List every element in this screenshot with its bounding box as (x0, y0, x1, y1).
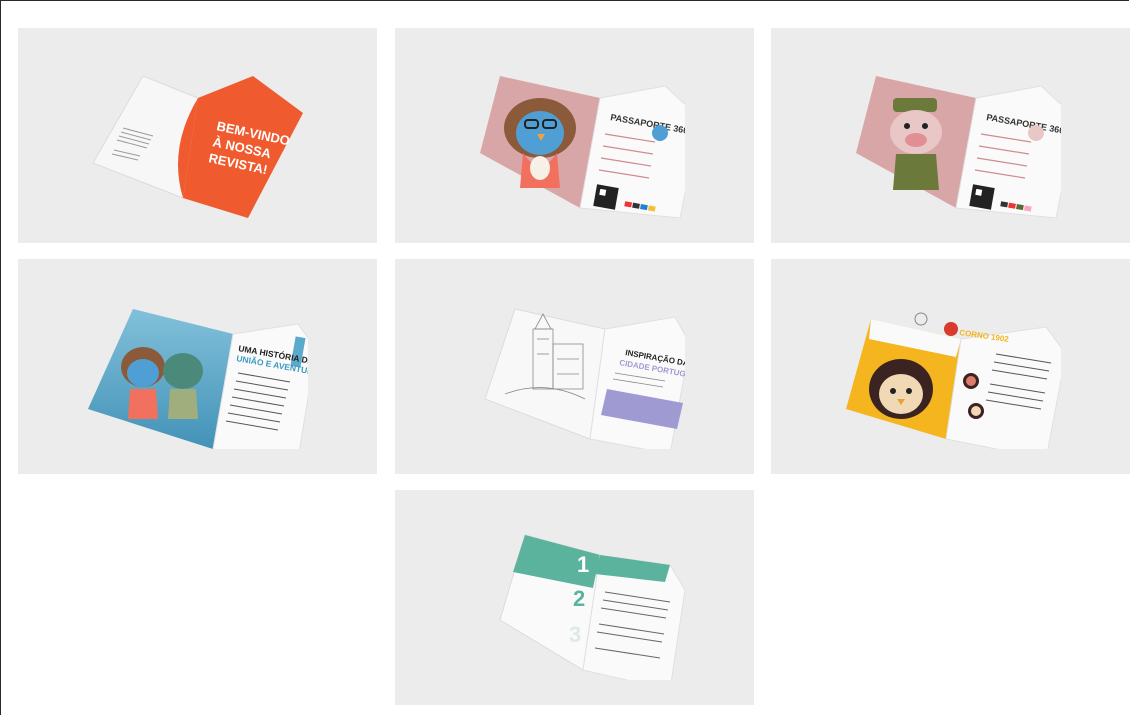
tile-story-spread[interactable]: UMA HISTÓRIA DE UNIÃO E AVENTURA (18, 259, 377, 474)
number-3: 3 (569, 622, 581, 647)
tile-numbered-spread[interactable]: 1 2 3 (395, 490, 754, 705)
number-2: 2 (573, 586, 585, 611)
number-1: 1 (577, 552, 589, 577)
tile-passport-pig[interactable]: PASSAPORTE 360 (771, 28, 1130, 243)
tile-coloring-spread[interactable]: INSPIRAÇÃO DA CIDADE PORTUGUESA (395, 259, 754, 474)
magazine-mockup: BEM-VINDO À NOSSA REVISTA! (88, 58, 308, 218)
magazine-mockup: PASSAPORTE 360 (465, 58, 685, 218)
magazine-mockup: CORNO 1902 (841, 289, 1061, 449)
magazine-mockup: INSPIRAÇÃO DA CIDADE PORTUGUESA (465, 289, 685, 449)
tile-welcome-spread[interactable]: BEM-VINDO À NOSSA REVISTA! (18, 28, 377, 243)
magazine-mockup: UMA HISTÓRIA DE UNIÃO E AVENTURA (88, 289, 308, 449)
tile-passport-penguin[interactable]: PASSAPORTE 360 (395, 28, 754, 243)
magazine-mockup: PASSAPORTE 360 (841, 58, 1061, 218)
magazine-mockup: 1 2 3 (465, 520, 685, 680)
tile-character-spread[interactable]: CORNO 1902 (771, 259, 1130, 474)
